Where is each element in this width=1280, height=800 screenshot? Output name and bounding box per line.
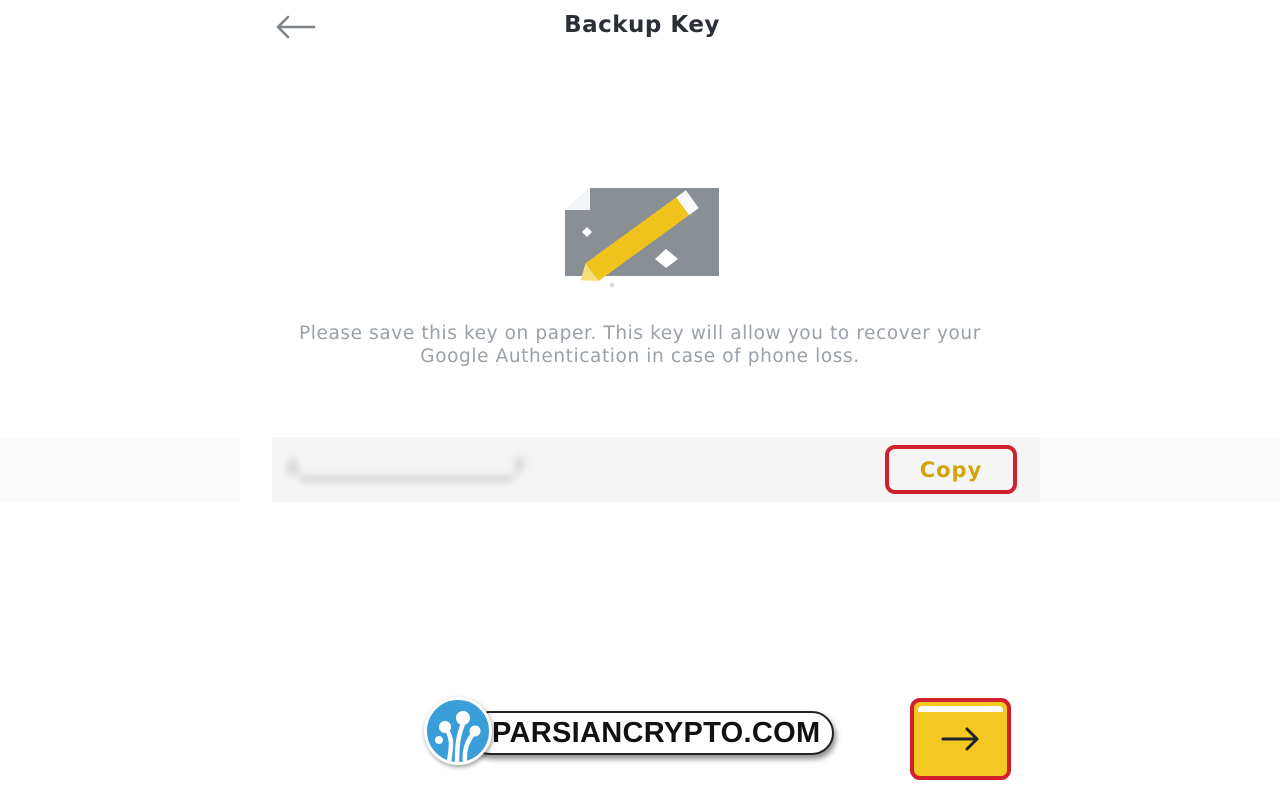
tree-logo-icon [424,697,492,765]
page-title: Backup Key [564,12,720,38]
backup-key-value: A▁▁▁▁▁▁▁▁▁▁▁▁▁▁▁F [286,456,529,481]
backup-illustration [560,184,724,294]
paper-pencil-icon [565,188,719,288]
arrow-right-icon [941,727,978,751]
watermark: PARSIANCRYPTO.COM [424,697,840,771]
watermark-text: PARSIANCRYPTO.COM [468,711,834,755]
next-button[interactable] [910,698,1011,780]
backup-key-screen: Backup Key Please save this key on paper… [0,0,1280,800]
copy-button[interactable]: Copy [885,445,1017,494]
backup-instructions: Please save this key on paper. This key … [299,323,981,367]
